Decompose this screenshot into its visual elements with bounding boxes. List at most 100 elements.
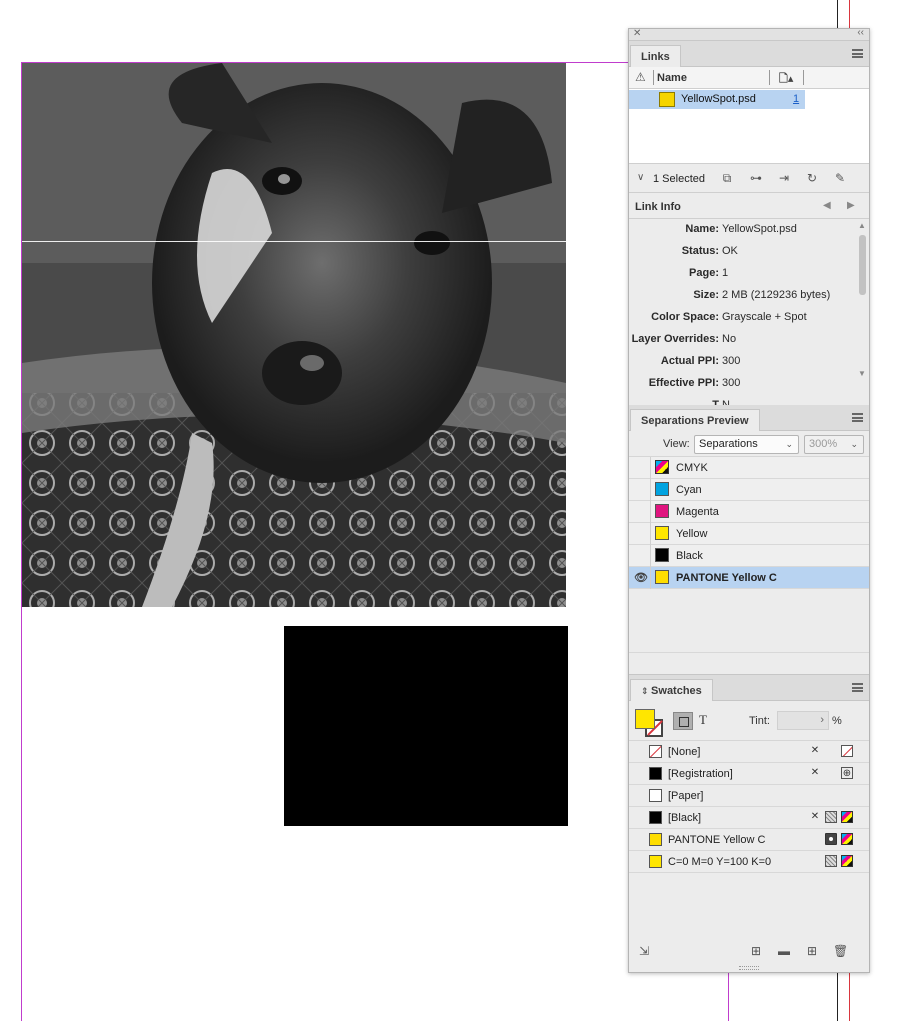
swatches-panel-menu-icon[interactable] — [852, 683, 863, 692]
black-swatch — [649, 811, 662, 824]
swatch-row-none[interactable]: [None] ✕ — [629, 741, 869, 763]
link-info-title: Link Info — [635, 201, 681, 213]
scroll-thumb[interactable] — [859, 235, 866, 295]
separation-row-cmyk[interactable]: CMYK — [629, 457, 869, 479]
link-name: YellowSpot.psd — [681, 93, 756, 105]
fill-swatch[interactable] — [635, 709, 655, 729]
view-select[interactable]: Separations ⌄ — [694, 435, 799, 454]
info-key: Name: — [685, 223, 719, 235]
warning-icon[interactable]: ⚠ — [635, 70, 646, 84]
info-value: OK — [722, 245, 738, 257]
separation-row-magenta[interactable]: Magenta — [629, 501, 869, 523]
visibility-toggle[interactable] — [629, 545, 651, 567]
swatch-row-registration[interactable]: [Registration] ✕ ⊕ — [629, 763, 869, 785]
visibility-toggle[interactable] — [629, 523, 651, 545]
zoom-select-value: 300% — [809, 438, 838, 450]
swatches-controls: T Tint: › % — [629, 701, 869, 741]
zoom-select[interactable]: 300% ⌄ — [804, 435, 864, 454]
swatch-row-pantone-yellow-c[interactable]: PANTONE Yellow C — [629, 829, 869, 851]
tab-separations-preview[interactable]: Separations Preview — [630, 409, 760, 431]
cmyk-icon — [841, 855, 853, 867]
update-link-icon[interactable]: ↻ — [804, 171, 820, 185]
edit-original-icon[interactable]: ✎ — [832, 171, 848, 185]
visibility-toggle[interactable] — [629, 457, 651, 479]
collapse-icon[interactable]: ‹‹ — [857, 27, 864, 38]
tab-links[interactable]: Links — [630, 45, 681, 67]
info-key: Status: — [681, 245, 719, 257]
dog-photo — [22, 63, 566, 607]
info-value: No — [722, 333, 737, 345]
goto-link-icon[interactable]: ⇥ — [776, 171, 792, 185]
black-swatch — [655, 548, 669, 562]
info-scrollbar[interactable]: ▲ ▼ — [857, 221, 867, 381]
relink-cc-icon[interactable]: ⧉ — [719, 171, 735, 185]
separations-footer — [629, 652, 869, 674]
bleed-guide-bottom — [849, 972, 850, 1021]
link-page-number[interactable]: 1 — [793, 93, 799, 105]
resize-grip[interactable] — [739, 966, 759, 970]
info-value: 1 — [722, 267, 729, 279]
info-value: YellowSpot.psd — [722, 223, 797, 235]
swatch-row-black[interactable]: [Black] ✕ — [629, 807, 869, 829]
separation-row-pantone-yellow-c[interactable]: 👁 PANTONE Yellow C — [629, 567, 869, 589]
show-kinds-icon[interactable]: ⇲ — [637, 944, 651, 958]
tint-input[interactable]: › — [777, 711, 829, 730]
delete-swatch-icon[interactable]: 🗑 — [833, 944, 848, 958]
link-row[interactable]: YellowSpot.psd 1 — [629, 90, 805, 109]
black-rectangle-frame[interactable] — [284, 626, 568, 826]
previous-link-icon[interactable]: ◀ — [823, 200, 831, 211]
view-select-value: Separations — [699, 438, 758, 450]
info-row: Effective PPI: 300 — [629, 373, 854, 395]
locked-icon: ✕ — [810, 811, 820, 822]
separation-row-cyan[interactable]: Cyan — [629, 479, 869, 501]
formatting-text-button[interactable]: T — [699, 712, 707, 728]
info-row: Size: 2 MB (2129236 bytes) — [629, 285, 854, 307]
page-edge-top — [837, 0, 838, 28]
scroll-up-icon[interactable]: ▲ — [858, 221, 866, 230]
tint-label: Tint: — [749, 715, 770, 727]
swatch-row-paper[interactable]: [Paper] — [629, 785, 869, 807]
eye-icon: 👁 — [634, 572, 648, 584]
close-icon[interactable]: ✕ — [633, 28, 641, 39]
separation-row-yellow[interactable]: Yellow — [629, 523, 869, 545]
page-edge-bottom — [837, 972, 838, 1021]
swatch-views-icon[interactable]: ⊞ — [749, 944, 763, 958]
placed-image-frame[interactable] — [22, 63, 566, 607]
links-panel-menu-icon[interactable] — [852, 49, 863, 58]
chevron-down-icon[interactable]: ∨ — [637, 172, 644, 183]
link-thumbnail — [659, 92, 675, 107]
swatch-row-c0m0y100k0[interactable]: C=0 M=0 Y=100 K=0 — [629, 851, 869, 873]
scroll-down-icon[interactable]: ▼ — [858, 369, 866, 378]
next-link-icon[interactable]: ▶ — [847, 200, 855, 211]
selected-count: 1 Selected — [653, 173, 705, 185]
column-name[interactable]: Name — [657, 72, 687, 84]
page-column-icon[interactable]: 🗋▴ — [779, 70, 793, 89]
tint-slider-icon[interactable]: › — [820, 714, 824, 726]
swatch-name: [Paper] — [668, 790, 704, 802]
visibility-toggle[interactable] — [629, 501, 651, 523]
paper-swatch — [649, 789, 662, 802]
swatches-tabbar: ⇕ Swatches — [629, 675, 869, 701]
info-row: Actual PPI: 300 — [629, 351, 854, 373]
visibility-toggle[interactable]: 👁 — [629, 567, 651, 589]
info-key: Effective PPI: — [648, 377, 719, 389]
new-color-group-icon[interactable]: ▬ — [777, 944, 791, 958]
relink-icon[interactable]: ⊶ — [748, 171, 764, 185]
formatting-container-button[interactable] — [673, 712, 693, 730]
tab-swatches[interactable]: ⇕ Swatches — [630, 679, 713, 701]
separations-panel-menu-icon[interactable] — [852, 413, 863, 422]
swatch-name: [Black] — [668, 812, 702, 824]
separation-name: Magenta — [676, 506, 719, 518]
dock-title-bar[interactable]: ✕ ‹‹ — [629, 27, 869, 41]
visibility-toggle[interactable] — [629, 479, 651, 501]
view-label: View: — [663, 438, 690, 450]
info-row: Name: YellowSpot.psd — [629, 219, 854, 241]
cmyk-icon — [655, 460, 669, 474]
separation-row-black[interactable]: Black — [629, 545, 869, 567]
info-row: Page: 1 — [629, 263, 854, 285]
yellow-swatch — [655, 526, 669, 540]
new-swatch-icon[interactable]: ⊞ — [805, 944, 819, 958]
pantone-yellow-swatch — [655, 570, 669, 584]
separation-name: PANTONE Yellow C — [676, 572, 777, 584]
info-row: Status: OK — [629, 241, 854, 263]
